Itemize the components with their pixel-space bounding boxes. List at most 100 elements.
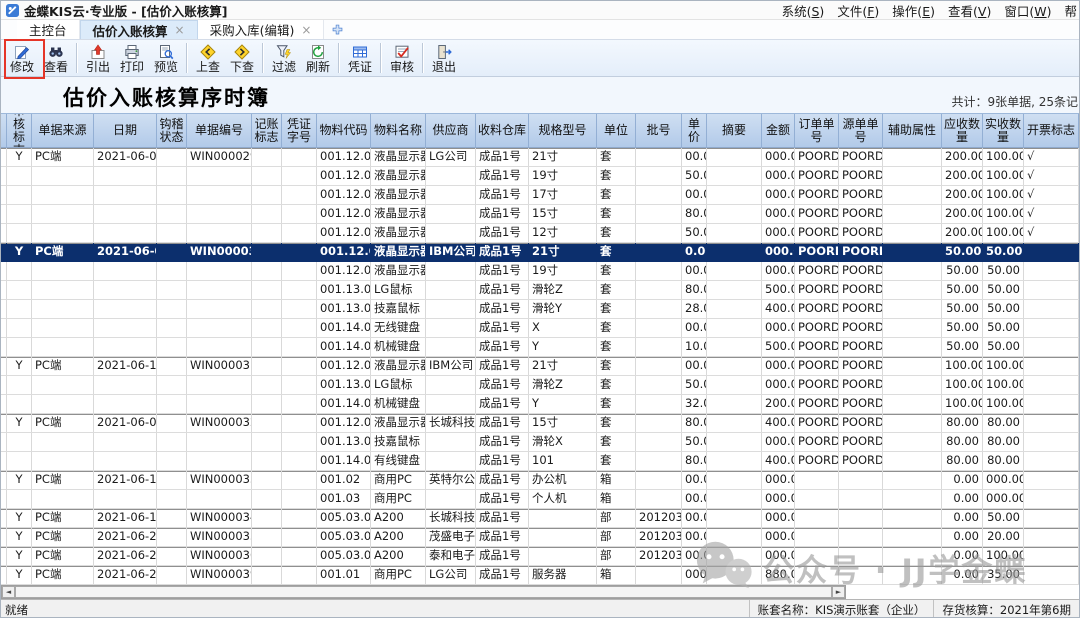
tab-1[interactable]: 估价入账核算× — [80, 20, 198, 39]
table-cell — [883, 205, 942, 223]
scrollbar-thumb[interactable] — [15, 586, 832, 598]
table-row[interactable]: 001.12.02液晶显示器成品1号19寸套50.00000.00POORD0C… — [1, 167, 1079, 186]
exit-button[interactable]: 退出 — [427, 40, 461, 76]
table-cell: 50.00 — [983, 243, 1024, 261]
table-row[interactable]: YPC端2021-06-20WIN000035005.03.01A200茂盛电子… — [1, 528, 1079, 547]
table-row[interactable]: 001.13.03LG鼠标成品1号滑轮Z套50.00000.00POORD0CP… — [1, 376, 1079, 395]
scroll-right-button[interactable]: ► — [832, 586, 845, 598]
table-cell — [426, 395, 476, 413]
menu-item-5[interactable]: 帮 — [1064, 1, 1077, 20]
table-cell — [187, 224, 252, 242]
table-cell: 个人机 — [529, 490, 597, 508]
table-cell: 100.00 — [983, 547, 1024, 565]
table-row[interactable]: 001.12.03液晶显示器成品1号17寸套00.00000.00POORD0C… — [1, 186, 1079, 205]
print-button[interactable]: 打印 — [115, 40, 149, 76]
table-row[interactable]: YPC端2021-06-01WIN000030001.12.01液晶显示器IBM… — [1, 243, 1079, 262]
table-cell — [157, 224, 187, 242]
table-cell — [795, 528, 839, 546]
scroll-left-button[interactable]: ◄ — [2, 586, 15, 598]
table-row[interactable]: 001.03商用PC成品1号个人机箱00.00000.000.00000.00 — [1, 490, 1079, 509]
table-cell — [707, 566, 762, 584]
table-cell — [1024, 490, 1079, 508]
column-header-7: 物料代码 — [317, 114, 371, 147]
table-row[interactable]: 001.12.05液晶显示器成品1号12寸套50.00000.00POORD0C… — [1, 224, 1079, 243]
table-row[interactable]: YPC端2021-06-28WIN000036005.03.01A200泰和电子… — [1, 547, 1079, 566]
new-tab-icon[interactable] — [324, 20, 351, 39]
preview-button[interactable]: 预览 — [149, 40, 183, 76]
table-row[interactable]: YPC端2021-06-05WIN000032001.12.04液晶显示器长城科… — [1, 414, 1079, 433]
table-row[interactable]: 001.14.04机械键盘成品1号Y套10.00500.00POORD0CPOO… — [1, 338, 1079, 357]
table-row[interactable]: 001.14.01有线键盘成品1号101套80.00400.00POORD0CP… — [1, 452, 1079, 471]
table-cell: 液晶显示器 — [371, 205, 426, 223]
table-cell: Y — [7, 509, 32, 527]
table-cell — [252, 490, 282, 508]
table-row[interactable]: YPC端2021-06-10WIN000033001.02商用PC英特尔公司成品… — [1, 471, 1079, 490]
refresh-button[interactable]: 刷新 — [301, 40, 335, 76]
table-cell — [157, 148, 187, 166]
export-button[interactable]: 引出 — [81, 40, 115, 76]
table-cell — [1024, 547, 1079, 565]
table-cell — [252, 319, 282, 337]
menu-item-2[interactable]: 操作(E) — [892, 1, 935, 20]
table-cell: 000.00 — [983, 490, 1024, 508]
table-cell — [636, 395, 682, 413]
table-cell: 2021-06-05 — [94, 414, 157, 432]
table-cell: POORD0C — [839, 148, 883, 166]
table-row[interactable]: 001.14.04机械键盘成品1号Y套32.00200.00POORD0CPOO… — [1, 395, 1079, 414]
table-cell: 000.00 — [762, 433, 795, 451]
table-cell — [187, 452, 252, 470]
table-cell: 成品1号 — [476, 148, 529, 166]
menu-item-0[interactable]: 系统(S) — [782, 1, 825, 20]
table-cell — [795, 566, 839, 584]
table-row[interactable]: 001.13.09技嘉鼠标成品1号滑轮Y套28.00400.00POORD0CP… — [1, 300, 1079, 319]
tab-close-icon[interactable]: × — [301, 24, 311, 36]
table-cell — [707, 395, 762, 413]
voucher-button[interactable]: 凭证 — [343, 40, 377, 76]
table-row[interactable]: 001.13.03LG鼠标成品1号滑轮Z套80.00500.00POORD0CP… — [1, 281, 1079, 300]
table-cell: 001.12.01 — [317, 357, 371, 375]
table-row[interactable]: 001.13.08技嘉鼠标成品1号滑轮X套50.00000.00POORD0CP… — [1, 433, 1079, 452]
table-row[interactable]: YPC端2021-06-10WIN000031001.12.01液晶显示器IBM… — [1, 357, 1079, 376]
table-cell: 001.13.03 — [317, 376, 371, 394]
tab-0[interactable]: 主控台 — [17, 20, 80, 39]
horizontal-scrollbar[interactable]: ◄ ► — [1, 585, 846, 599]
table-cell — [883, 281, 942, 299]
search-down-button[interactable]: 下查 — [225, 40, 259, 76]
table-row[interactable]: YPC端2021-06-10WIN000034005.03.01A200长城科技… — [1, 509, 1079, 528]
table-cell: 000.00 — [762, 167, 795, 185]
table-row[interactable]: 001.12.04液晶显示器成品1号15寸套80.00000.00POORD0C… — [1, 205, 1079, 224]
menu-item-3[interactable]: 查看(V) — [948, 1, 991, 20]
table-cell: 有线键盘 — [371, 452, 426, 470]
table-cell: POORD0C — [795, 319, 839, 337]
table-cell: PC端 — [32, 566, 94, 584]
table-cell — [883, 547, 942, 565]
table-cell: PC端 — [32, 414, 94, 432]
table-row[interactable]: YPC端2021-06-26WIN000039001.01商用PCLG公司成品1… — [1, 566, 1079, 585]
tab-2[interactable]: 采购入库(编辑) × — [198, 20, 325, 39]
toolbar-button-label: 刷新 — [306, 60, 330, 74]
table-cell — [426, 262, 476, 280]
audit-button[interactable]: 审核 — [385, 40, 419, 76]
filter-button[interactable]: 过滤 — [267, 40, 301, 76]
table-cell: IBM公司 — [426, 357, 476, 375]
table-cell: POORD0C — [839, 300, 883, 318]
menu-item-1[interactable]: 文件(F) — [837, 1, 879, 20]
table-cell: 19寸 — [529, 167, 597, 185]
table-cell — [883, 186, 942, 204]
search-up-button[interactable]: 上查 — [191, 40, 225, 76]
table-row[interactable]: 001.14.03无线键盘成品1号X套00.00000.00POORD0CPOO… — [1, 319, 1079, 338]
table-cell — [636, 148, 682, 166]
table-row[interactable]: YPC端2021-06-01WIN000029001.12.01液晶显示器LG公… — [1, 148, 1079, 167]
tab-close-icon[interactable]: × — [175, 24, 185, 36]
table-cell — [282, 357, 317, 375]
table-cell: POORD0C — [839, 395, 883, 413]
view-button[interactable]: 查看 — [39, 40, 73, 76]
table-cell — [157, 452, 187, 470]
modify-button[interactable]: 修改 — [5, 40, 39, 76]
table-row[interactable]: 001.12.02液晶显示器成品1号19寸套00.00000.00POORD0C… — [1, 262, 1079, 281]
table-cell — [94, 224, 157, 242]
menu-item-4[interactable]: 窗口(W) — [1004, 1, 1051, 20]
table-cell — [7, 205, 32, 223]
tab-label: 采购入库(编辑) — [210, 20, 295, 39]
table-cell: 套 — [597, 224, 636, 242]
